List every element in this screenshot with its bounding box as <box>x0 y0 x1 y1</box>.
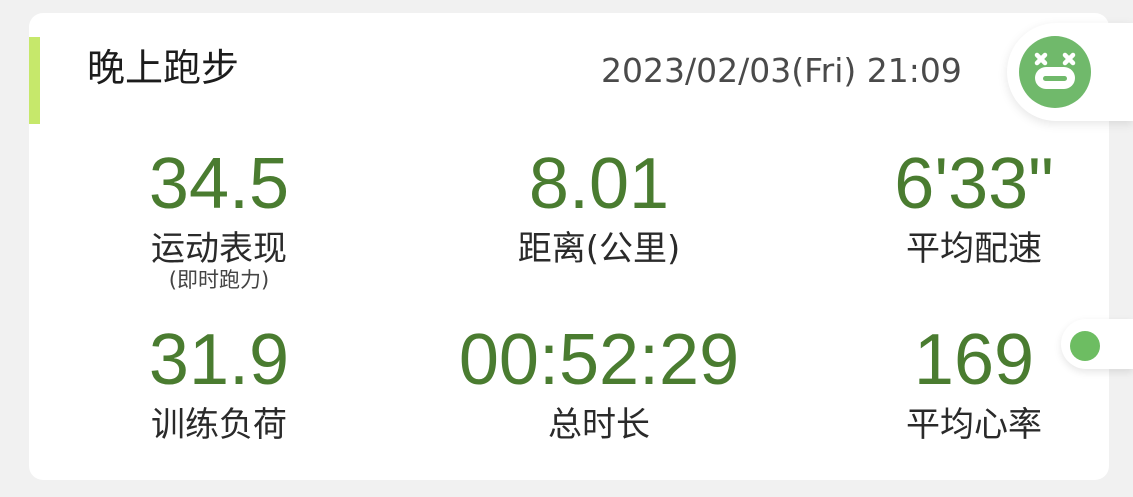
activity-summary-card[interactable]: 晚上跑步 2023/02/03(Fri) 21:09 34.5 运动表现 (即时… <box>29 13 1109 480</box>
stat-performance: 34.5 运动表现 (即时跑力) <box>59 148 379 291</box>
status-dot <box>1070 331 1100 361</box>
stat-label: 平均配速 <box>906 229 1042 269</box>
stat-label: 距离(公里) <box>517 229 681 269</box>
stat-sublabel: (即时跑力) <box>168 268 270 292</box>
stat-value: 31.9 <box>148 320 290 400</box>
stat-average-pace: 6'33" 平均配速 <box>814 148 1109 266</box>
accent-bar <box>29 37 40 124</box>
stat-training-load: 31.9 训练负荷 <box>59 324 379 442</box>
activity-title: 晚上跑步 <box>87 46 240 90</box>
stat-value: 6'33" <box>894 144 1054 224</box>
stat-label: 总时长 <box>548 405 650 445</box>
stat-label: 训练负荷 <box>151 405 287 445</box>
activity-datetime: 2023/02/03(Fri) 21:09 <box>601 51 962 90</box>
stat-distance: 8.01 距离(公里) <box>439 148 759 266</box>
mascot-button[interactable] <box>1007 23 1133 121</box>
side-indicator-tab[interactable] <box>1061 319 1133 369</box>
stat-total-duration: 00:52:29 总时长 <box>439 324 759 442</box>
stat-value: 00:52:29 <box>458 320 740 400</box>
stat-label: 平均心率 <box>906 405 1042 445</box>
stat-value: 34.5 <box>148 144 290 224</box>
stat-value: 8.01 <box>528 144 670 224</box>
mascot-face-icon <box>1019 36 1091 108</box>
stat-label: 运动表现 <box>151 229 287 269</box>
